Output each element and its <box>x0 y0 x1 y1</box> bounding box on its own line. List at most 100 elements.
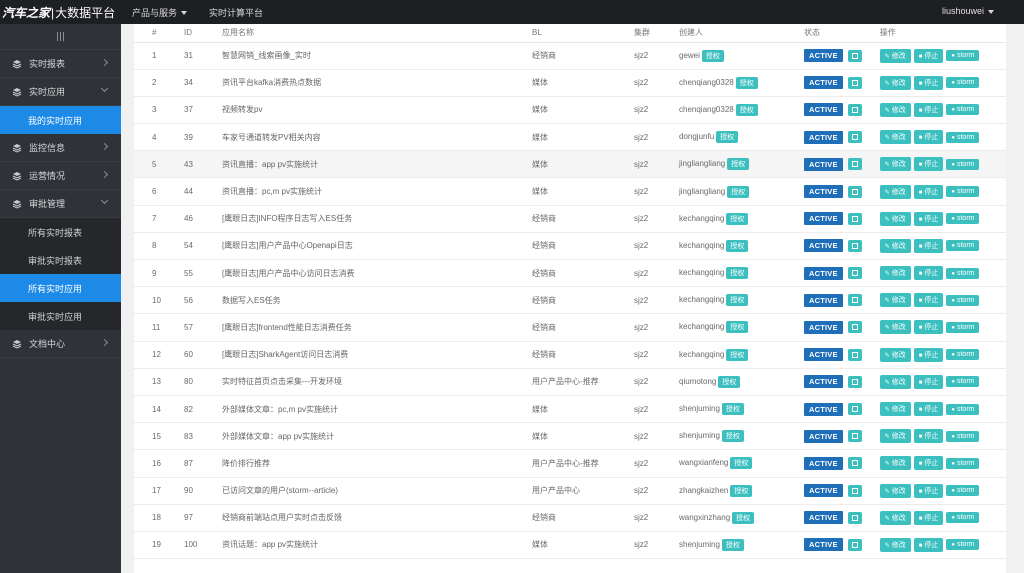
storm-button[interactable]: ● storm <box>946 104 980 116</box>
stop-button[interactable]: ■ 停止 <box>913 238 944 253</box>
authorize-button[interactable]: 授权 <box>726 212 749 225</box>
storm-button[interactable]: ● storm <box>946 186 980 198</box>
detail-list-button[interactable] <box>847 158 862 171</box>
stop-button[interactable]: ■ 停止 <box>913 483 944 498</box>
detail-list-button[interactable] <box>847 430 862 443</box>
authorize-button[interactable]: 授权 <box>732 511 755 524</box>
storm-button[interactable]: ● storm <box>946 50 980 62</box>
sidebar-subitem-1-0[interactable]: 我的实时应用 <box>0 106 121 134</box>
storm-button[interactable]: ● storm <box>946 267 980 279</box>
sidebar-toggle[interactable] <box>0 24 121 50</box>
detail-list-button[interactable] <box>847 538 862 551</box>
edit-button[interactable]: ✎ 修改 <box>879 102 911 117</box>
detail-list-button[interactable] <box>847 511 862 524</box>
detail-list-button[interactable] <box>847 76 862 89</box>
status-active-button[interactable]: ACTIVE <box>804 49 843 63</box>
edit-button[interactable]: ✎ 修改 <box>879 402 911 417</box>
sidebar-item-4[interactable]: 审批管理 <box>0 190 121 218</box>
status-active-button[interactable]: ACTIVE <box>804 103 843 117</box>
user-menu[interactable]: liushouwei <box>942 6 994 16</box>
status-active-button[interactable]: ACTIVE <box>804 293 843 307</box>
authorize-button[interactable]: 授权 <box>726 239 749 252</box>
authorize-button[interactable]: 授权 <box>730 484 753 497</box>
authorize-button[interactable]: 授权 <box>726 267 749 280</box>
status-active-button[interactable]: ACTIVE <box>804 185 843 199</box>
stop-button[interactable]: ■ 停止 <box>913 402 944 417</box>
storm-button[interactable]: ● storm <box>946 294 980 306</box>
sidebar-subitem-4-3[interactable]: 审批实时应用 <box>0 302 121 330</box>
app-name-link[interactable]: 降价排行推荐 <box>222 459 270 468</box>
detail-list-button[interactable] <box>847 103 862 116</box>
status-active-button[interactable]: ACTIVE <box>804 538 843 552</box>
stop-button[interactable]: ■ 停止 <box>913 266 944 281</box>
sidebar-subitem-4-2[interactable]: 所有实时应用 <box>0 274 121 302</box>
authorize-button[interactable]: 授权 <box>735 103 758 116</box>
stop-button[interactable]: ■ 停止 <box>913 293 944 308</box>
edit-button[interactable]: ✎ 修改 <box>879 157 911 172</box>
app-name-link[interactable]: [鹰眼日志]用户产品中心Openapi日志 <box>222 241 353 250</box>
storm-button[interactable]: ● storm <box>946 321 980 333</box>
stop-button[interactable]: ■ 停止 <box>913 184 944 199</box>
app-name-link[interactable]: 车家号通道转发PV相关内容 <box>222 133 321 142</box>
app-name-link[interactable]: 视频转发pv <box>222 105 262 114</box>
storm-button[interactable]: ● storm <box>946 240 980 252</box>
app-name-link[interactable]: 资讯平台kafka消费热点数据 <box>222 78 321 87</box>
edit-button[interactable]: ✎ 修改 <box>879 456 911 471</box>
detail-list-button[interactable] <box>847 375 862 388</box>
sidebar-item-1[interactable]: 实时应用 <box>0 78 121 106</box>
sidebar-item-5[interactable]: 文档中心 <box>0 330 121 358</box>
status-active-button[interactable]: ACTIVE <box>804 76 843 90</box>
stop-button[interactable]: ■ 停止 <box>913 510 944 525</box>
app-name-link[interactable]: 智慧网销_线索画像_实时 <box>222 51 311 60</box>
detail-list-button[interactable] <box>847 321 862 334</box>
app-name-link[interactable]: 实时特征首页点击采集---开发环境 <box>222 377 342 386</box>
status-active-button[interactable]: ACTIVE <box>804 402 843 416</box>
stop-button[interactable]: ■ 停止 <box>913 374 944 389</box>
status-active-button[interactable]: ACTIVE <box>804 239 843 253</box>
stop-button[interactable]: ■ 停止 <box>913 456 944 471</box>
edit-button[interactable]: ✎ 修改 <box>879 48 911 63</box>
status-active-button[interactable]: ACTIVE <box>804 429 843 443</box>
status-active-button[interactable]: ACTIVE <box>804 320 843 334</box>
sidebar-item-0[interactable]: 实时报表 <box>0 50 121 78</box>
storm-button[interactable]: ● storm <box>946 539 980 551</box>
sidebar-subitem-4-1[interactable]: 审批实时报表 <box>0 246 121 274</box>
detail-list-button[interactable] <box>847 403 862 416</box>
edit-button[interactable]: ✎ 修改 <box>879 130 911 145</box>
status-active-button[interactable]: ACTIVE <box>804 212 843 226</box>
authorize-button[interactable]: 授权 <box>735 76 758 89</box>
app-name-link[interactable]: [鹰眼日志]INFO程序日志写入ES任务 <box>222 214 352 223</box>
app-name-link[interactable]: 资讯直播：pc,m pv实施统计 <box>222 187 322 196</box>
stop-button[interactable]: ■ 停止 <box>913 211 944 226</box>
storm-button[interactable]: ● storm <box>946 376 980 388</box>
app-name-link[interactable]: [鹰眼日志]用户产品中心访问日志消费 <box>222 269 354 278</box>
stop-button[interactable]: ■ 停止 <box>913 48 944 63</box>
app-name-link[interactable]: 资讯直播：app pv实施统计 <box>222 160 318 169</box>
storm-button[interactable]: ● storm <box>946 403 980 415</box>
app-name-link[interactable]: 数据写入ES任务 <box>222 296 281 305</box>
sidebar-item-3[interactable]: 运营情况 <box>0 162 121 190</box>
detail-list-button[interactable] <box>847 185 862 198</box>
authorize-button[interactable]: 授权 <box>727 185 750 198</box>
stop-button[interactable]: ■ 停止 <box>913 537 944 552</box>
edit-button[interactable]: ✎ 修改 <box>879 347 911 362</box>
edit-button[interactable]: ✎ 修改 <box>879 211 911 226</box>
edit-button[interactable]: ✎ 修改 <box>879 184 911 199</box>
authorize-button[interactable]: 授权 <box>727 158 750 171</box>
authorize-button[interactable]: 授权 <box>718 375 741 388</box>
authorize-button[interactable]: 授权 <box>726 348 749 361</box>
detail-list-button[interactable] <box>847 484 862 497</box>
storm-button[interactable]: ● storm <box>946 213 980 225</box>
brand[interactable]: 汽车之家 | 大数据平台 <box>0 4 122 21</box>
detail-list-button[interactable] <box>847 348 862 361</box>
status-active-button[interactable]: ACTIVE <box>804 157 843 171</box>
nav-products-services[interactable]: 产品与服务 <box>132 6 188 19</box>
edit-button[interactable]: ✎ 修改 <box>879 75 911 90</box>
app-name-link[interactable]: 外部媒体文章：pc,m pv实施统计 <box>222 405 338 414</box>
detail-list-button[interactable] <box>847 212 862 225</box>
status-active-button[interactable]: ACTIVE <box>804 511 843 525</box>
edit-button[interactable]: ✎ 修改 <box>879 374 911 389</box>
detail-list-button[interactable] <box>847 267 862 280</box>
edit-button[interactable]: ✎ 修改 <box>879 537 911 552</box>
storm-button[interactable]: ● storm <box>946 349 980 361</box>
